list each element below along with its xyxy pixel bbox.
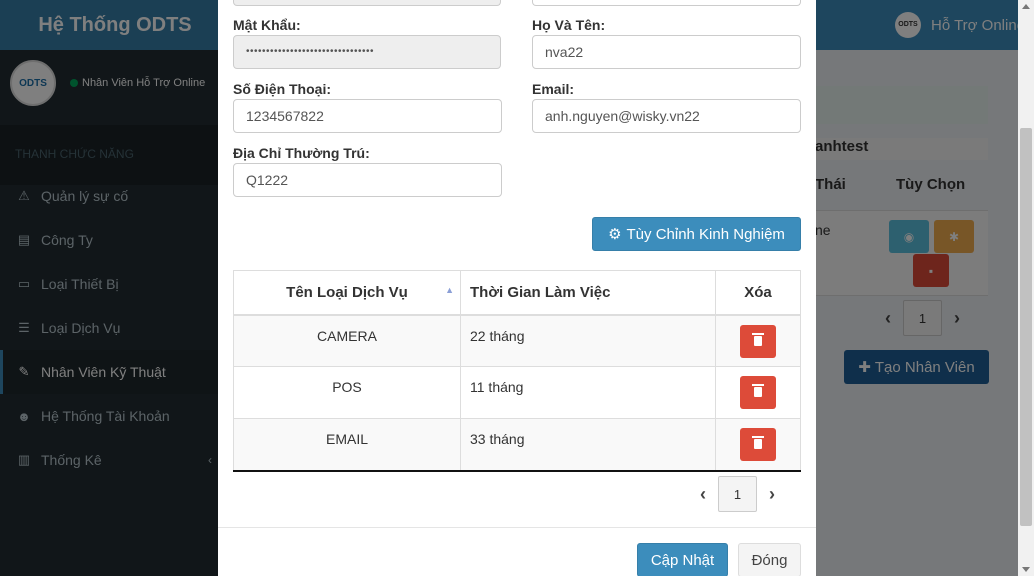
column-delete: Xóa [715, 270, 801, 316]
trash-icon [752, 384, 764, 397]
delete-cell [715, 366, 801, 419]
sort-asc-icon: ▲ [445, 285, 454, 295]
fullname-label: Họ Và Tên: [532, 17, 606, 33]
chevron-left-icon[interactable]: ‹ [688, 476, 718, 512]
work-time-cell: 11 tháng [460, 366, 716, 419]
service-name-cell: CAMERA [233, 314, 461, 367]
delete-row-button[interactable] [740, 324, 776, 358]
custom-experience-label: Tùy Chỉnh Kinh Nghiệm [626, 225, 785, 243]
work-time-cell: 22 tháng [460, 314, 716, 367]
trash-icon [752, 436, 764, 449]
page-scrollbar[interactable] [1018, 0, 1034, 576]
close-button[interactable]: Đóng [738, 543, 801, 576]
edit-technician-modal: Mật Khẩu: ••••••••••••••••••••••••••••••… [218, 0, 816, 576]
password-field[interactable]: •••••••••••••••••••••••••••••••• [233, 35, 501, 69]
phone-label: Số Điện Thoại: [233, 81, 331, 97]
service-name-cell: EMAIL [233, 418, 461, 472]
custom-experience-button[interactable]: ⚙ Tùy Chỉnh Kinh Nghiệm [592, 217, 801, 251]
trash-icon [752, 332, 764, 346]
scroll-up-arrow[interactable] [1022, 4, 1030, 9]
delete-cell [715, 314, 801, 367]
table-row: EMAIL 33 tháng [233, 418, 801, 472]
column-work-time[interactable]: Thời Gian Làm Việc [460, 270, 716, 316]
service-name-cell: POS [233, 366, 461, 419]
email-field[interactable]: anh.nguyen@wisky.vn22 [532, 99, 801, 133]
phone-field[interactable]: 1234567822 [233, 99, 502, 133]
cut-off-field-right[interactable] [532, 0, 801, 6]
delete-cell [715, 418, 801, 472]
address-field[interactable]: Q1222 [233, 163, 502, 197]
delete-row-button[interactable] [740, 428, 776, 461]
update-button[interactable]: Cập Nhật [637, 543, 728, 576]
table-row: CAMERA 22 tháng [233, 314, 801, 367]
gear-icon: ⚙ [608, 226, 622, 243]
service-experience-table: Tên Loại Dịch Vụ ▲ Thời Gian Làm Việc Xó… [233, 270, 801, 472]
delete-row-button[interactable] [740, 376, 776, 409]
modal-footer-divider [218, 527, 816, 528]
address-label: Địa Chỉ Thường Trú: [233, 145, 370, 161]
fullname-field[interactable]: nva22 [532, 35, 801, 69]
scroll-thumb[interactable] [1020, 128, 1032, 526]
table-header-row: Tên Loại Dịch Vụ ▲ Thời Gian Làm Việc Xó… [233, 270, 801, 316]
email-label: Email: [532, 81, 575, 97]
column-service-name[interactable]: Tên Loại Dịch Vụ ▲ [233, 270, 461, 316]
cut-off-field-left[interactable] [233, 0, 501, 6]
scroll-down-arrow[interactable] [1022, 567, 1030, 572]
table-row: POS 11 tháng [233, 366, 801, 419]
password-label: Mật Khẩu: [233, 17, 301, 33]
service-pagination: ‹ 1 › [688, 476, 787, 512]
work-time-cell: 33 tháng [460, 418, 716, 472]
chevron-right-icon[interactable]: › [757, 476, 787, 512]
page-number[interactable]: 1 [718, 476, 757, 512]
column-service-name-label: Tên Loại Dịch Vụ [286, 283, 408, 301]
